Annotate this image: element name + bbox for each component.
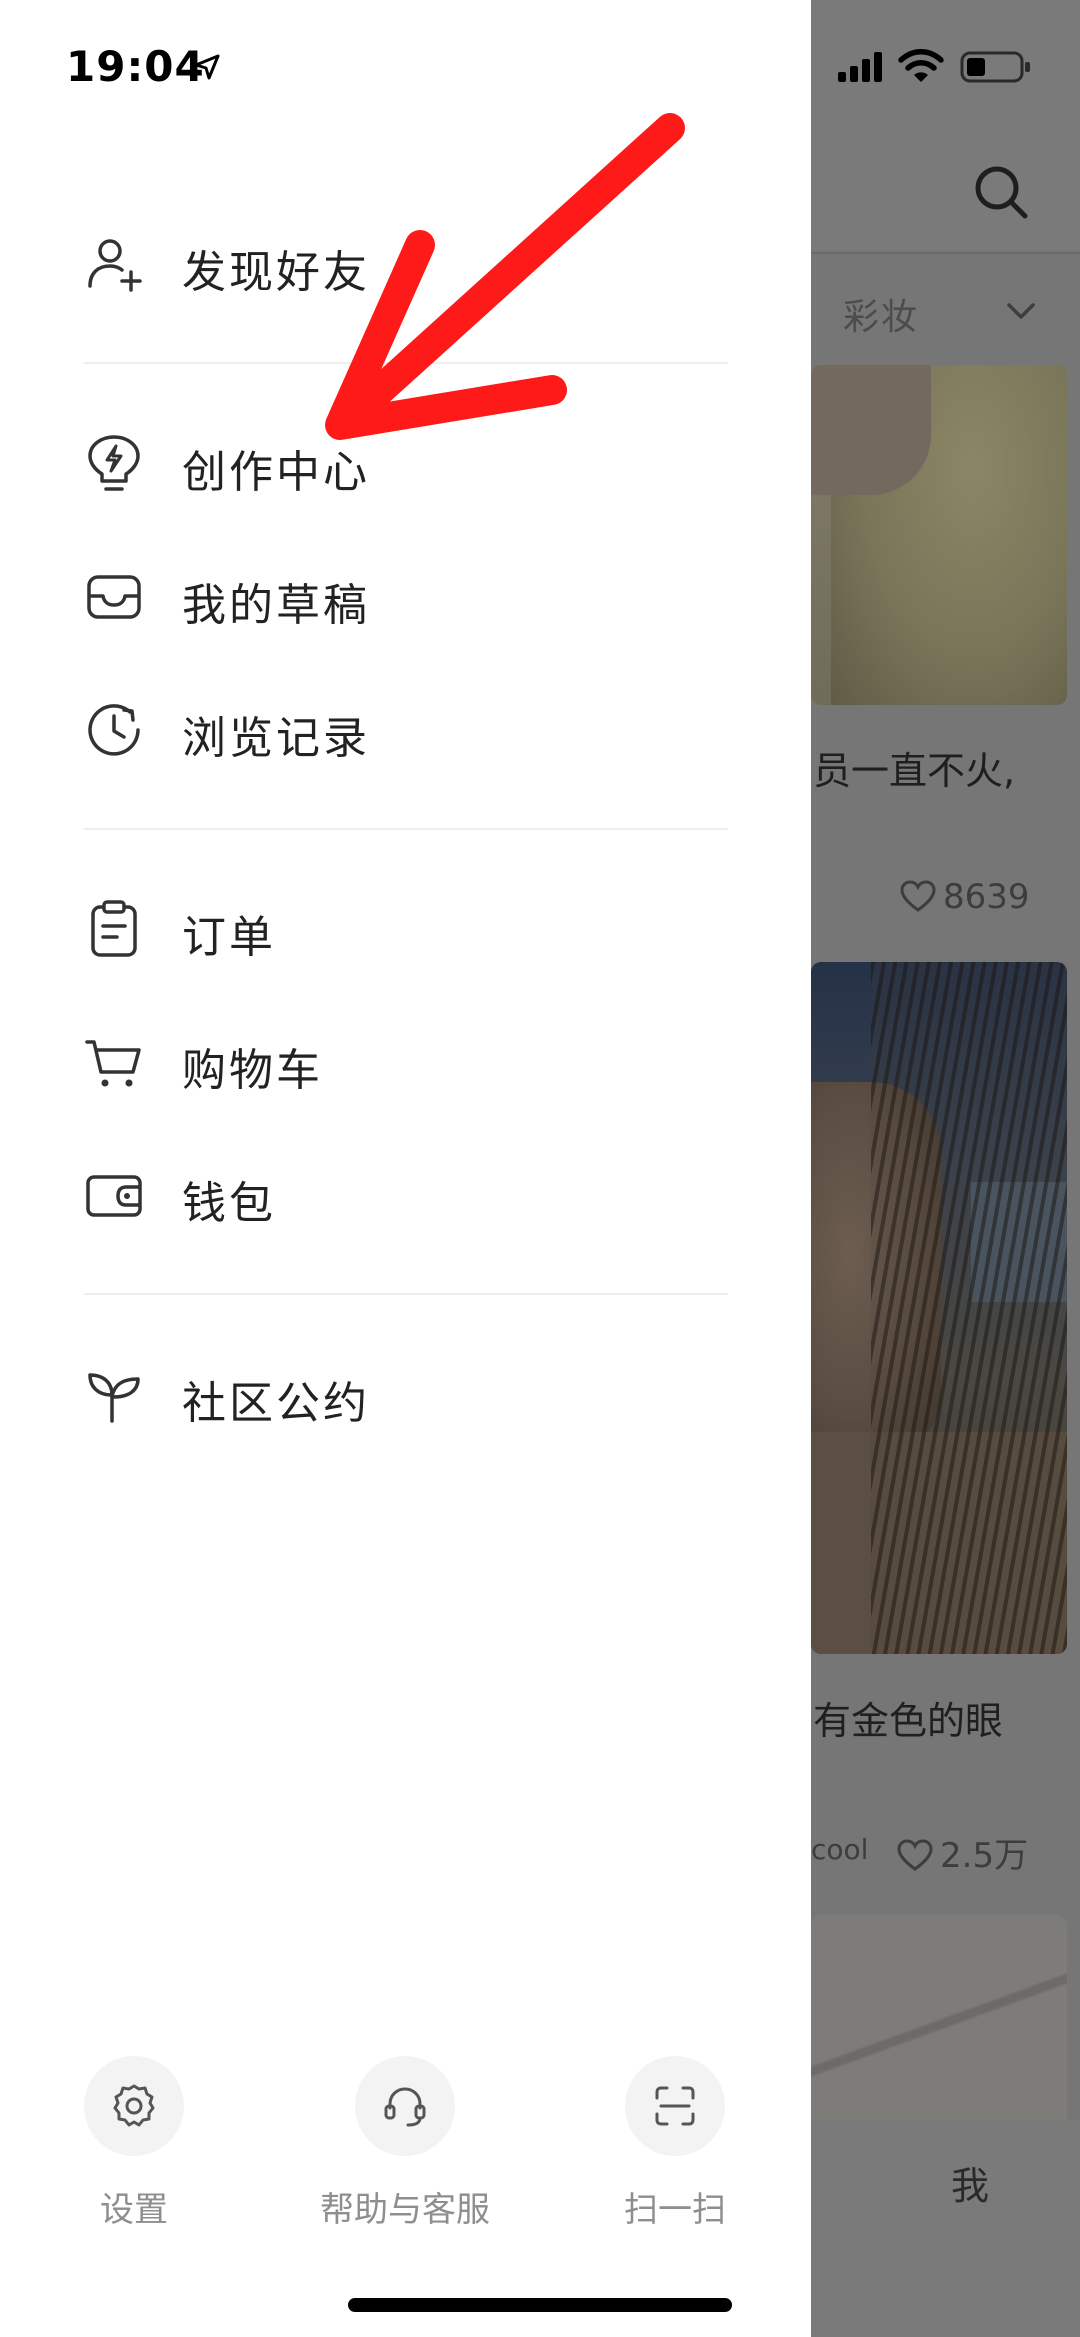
like-count-value: 8639 — [943, 877, 1030, 917]
side-drawer: 19:04 发现好友 创作中心 我的草稿 浏览记录 订单 购物车 钱包 社区公约… — [0, 0, 811, 2337]
menu-item-wallet[interactable]: 钱包 — [0, 1139, 811, 1249]
add-friend-icon — [88, 239, 142, 292]
post-title: 员一直不火, — [813, 749, 1016, 793]
feed-header — [811, 0, 1080, 250]
scan-label: 扫一扫 — [624, 2190, 726, 2230]
menu-item-label: 钱包 — [182, 1178, 276, 1229]
search-icon — [975, 166, 1028, 219]
wallet-icon — [86, 1175, 142, 1217]
like-count-value: 2.5万 — [940, 1836, 1029, 1876]
help-circle[interactable] — [355, 2056, 455, 2156]
bottom-nav — [811, 2120, 1080, 2337]
heart-icon — [897, 1839, 933, 1871]
menu-item-creator-center[interactable]: 创作中心 — [0, 408, 811, 518]
menu-item-label: 订单 — [182, 912, 276, 963]
post-image — [811, 365, 1067, 705]
post-author: cool — [811, 1833, 869, 1866]
post-image — [811, 962, 1067, 1654]
gear-icon — [113, 2084, 155, 2127]
scan-icon — [655, 2086, 695, 2126]
scan-button[interactable]: 扫一扫 — [575, 2056, 775, 2236]
status-time: 19:04 — [66, 42, 205, 91]
divider — [84, 828, 728, 830]
menu-item-community-guidelines[interactable]: 社区公约 — [0, 1339, 811, 1449]
home-indicator[interactable] — [348, 2298, 732, 2312]
settings-button[interactable]: 设置 — [34, 2056, 234, 2236]
menu-item-label: 我的草稿 — [182, 580, 370, 631]
menu-item-cart[interactable]: 购物车 — [0, 1006, 811, 1116]
divider — [84, 362, 728, 364]
menu-item-drafts[interactable]: 我的草稿 — [0, 541, 811, 651]
sprout-icon — [88, 1373, 140, 1423]
lightning-bulb-icon — [88, 435, 140, 491]
scan-circle[interactable] — [625, 2056, 725, 2156]
menu-item-label: 浏览记录 — [182, 713, 370, 764]
divider — [84, 1293, 728, 1295]
menu-item-find-friends[interactable]: 发现好友 — [0, 208, 811, 318]
menu-item-label: 发现好友 — [182, 247, 370, 298]
help-support-button[interactable]: 帮助与客服 — [305, 2056, 505, 2236]
post-title: 有金色的眼 — [813, 1699, 1004, 1743]
cart-icon — [85, 1040, 141, 1087]
settings-label: 设置 — [100, 2190, 168, 2230]
tab-divider — [811, 252, 1080, 254]
background-feed: 彩妆 员一直不火, 8639 有金色的眼 cool 2.5万 我 — [811, 0, 1080, 2337]
like-count: 2.5万 — [896, 1828, 1028, 1877]
menu-item-history[interactable]: 浏览记录 — [0, 674, 811, 784]
location-arrow-icon — [194, 54, 220, 80]
history-clock-icon — [88, 704, 140, 756]
inbox-tray-icon — [87, 575, 141, 619]
category-tab: 彩妆 — [843, 297, 920, 338]
post-image — [811, 1915, 1067, 2155]
clipboard-icon — [91, 900, 137, 957]
menu-item-label: 购物车 — [182, 1045, 323, 1096]
help-support-label: 帮助与客服 — [320, 2190, 490, 2230]
menu-item-orders[interactable]: 订单 — [0, 873, 811, 983]
menu-item-label: 创作中心 — [182, 447, 370, 498]
nav-tab-me: 我 — [951, 2164, 990, 2208]
like-count: 8639 — [899, 877, 1030, 917]
heart-icon — [900, 880, 936, 912]
menu-item-label: 社区公约 — [182, 1378, 370, 1429]
settings-circle[interactable] — [84, 2056, 184, 2156]
headset-icon — [384, 2087, 426, 2127]
chevron-down-icon — [1007, 303, 1035, 319]
